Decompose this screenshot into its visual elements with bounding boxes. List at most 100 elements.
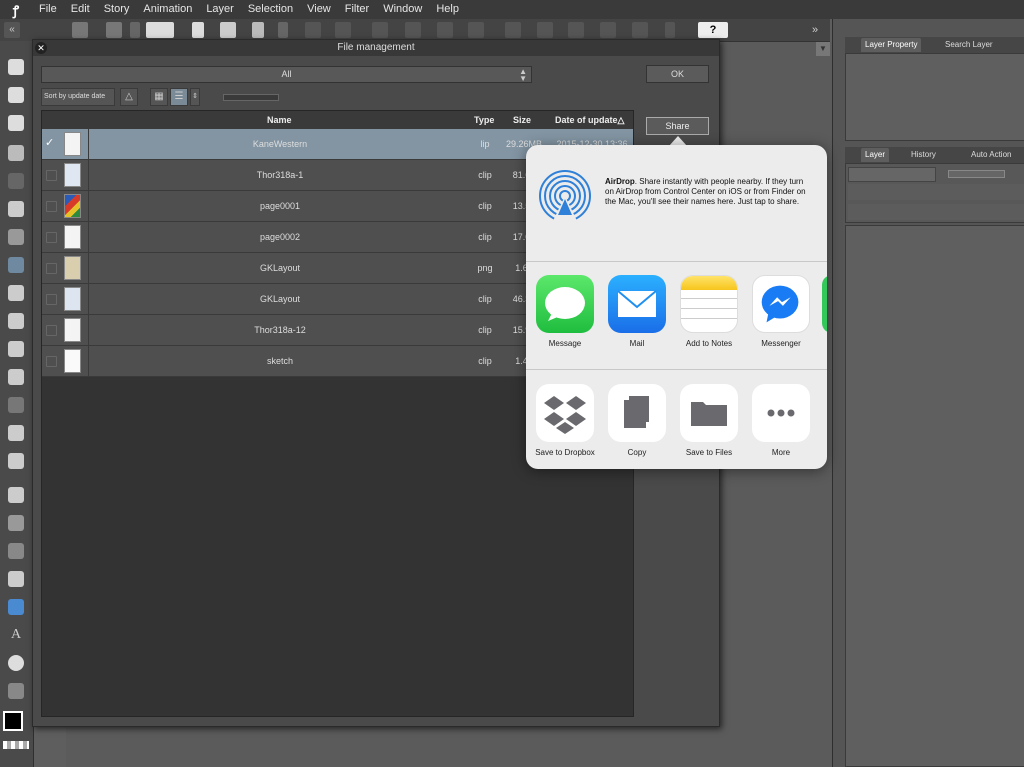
spiral-icon[interactable]	[146, 22, 174, 38]
next-app-icon[interactable]	[822, 275, 827, 333]
export-icon[interactable]	[106, 22, 122, 38]
close-icon[interactable]: ✕	[35, 42, 47, 54]
fill-icon[interactable]	[437, 22, 453, 38]
filter-select[interactable]: All ▲ ▼	[41, 66, 532, 83]
paint-tool-icon[interactable]	[8, 341, 24, 357]
ruler-icon[interactable]	[505, 22, 521, 38]
checkbox[interactable]	[46, 263, 57, 274]
layer-list[interactable]	[845, 225, 1024, 767]
layer-buttons-row[interactable]	[848, 204, 1024, 220]
stepper-icon-2[interactable]	[278, 22, 288, 38]
view-stepper-icon[interactable]: ⇕	[190, 88, 200, 106]
share-action-more[interactable]: More	[747, 384, 815, 457]
share-action-files[interactable]: Save to Files	[675, 384, 743, 457]
checked-icon[interactable]: ✓	[45, 138, 56, 149]
pencil-tool-icon[interactable]	[8, 285, 24, 301]
selection-grid-icon[interactable]	[568, 22, 584, 38]
eyedropper-tool-icon[interactable]	[8, 229, 24, 245]
fill-tool-icon[interactable]	[8, 487, 24, 503]
expand-icon[interactable]: »	[812, 22, 824, 38]
move-layer-tool-icon[interactable]	[8, 145, 24, 161]
text-tool-icon[interactable]: A	[8, 627, 24, 643]
share-app-mail[interactable]: Mail	[603, 275, 671, 348]
undo-icon[interactable]	[305, 22, 321, 38]
gradient-tool-icon[interactable]	[8, 515, 24, 531]
selection-tool-icon[interactable]	[8, 173, 24, 189]
column-name[interactable]: Name	[267, 115, 292, 125]
checkbox[interactable]	[46, 201, 57, 212]
correct-line-tool-icon[interactable]	[8, 683, 24, 699]
balloon-tool-icon[interactable]	[8, 655, 24, 671]
sort-select[interactable]: Sort by update date	[41, 88, 115, 106]
stepper-icon[interactable]	[130, 22, 140, 38]
thumbnail-size-slider[interactable]	[223, 94, 279, 101]
hand-tool-icon[interactable]	[8, 87, 24, 103]
deselect-icon[interactable]	[468, 22, 484, 38]
layer-options-row[interactable]	[848, 184, 1024, 200]
airbrush-tool-icon[interactable]	[8, 369, 24, 385]
transparent-swatch[interactable]	[3, 741, 29, 749]
menu-file[interactable]: File	[32, 0, 64, 19]
column-date[interactable]: Date of update△	[555, 115, 624, 126]
pen-tool-icon[interactable]	[8, 257, 24, 273]
brush-tool-icon[interactable]	[8, 313, 24, 329]
tab-layer-property[interactable]: Layer Property	[861, 38, 922, 52]
thumbnail-view-icon[interactable]: ▦	[150, 88, 168, 106]
column-type[interactable]: Type	[474, 115, 494, 125]
ruler-tool-icon[interactable]	[8, 599, 24, 615]
open-folder-icon[interactable]	[220, 22, 236, 38]
checkbox[interactable]	[46, 356, 57, 367]
redo-icon[interactable]	[335, 22, 351, 38]
menu-animation[interactable]: Animation	[136, 0, 199, 19]
crop-icon[interactable]	[537, 22, 553, 38]
sort-order-icon[interactable]: △	[120, 88, 138, 106]
main-color-swatch[interactable]	[3, 711, 23, 731]
save-icon[interactable]	[252, 22, 264, 38]
eraser-toggle-icon[interactable]	[632, 22, 648, 38]
share-app-notes[interactable]: Add to Notes	[675, 275, 743, 348]
figure-tool-icon[interactable]	[8, 543, 24, 559]
tab-layer[interactable]: Layer	[861, 148, 890, 162]
frame-tool-icon[interactable]	[8, 571, 24, 587]
share-action-copy[interactable]: Copy	[603, 384, 671, 457]
eraser-tool-icon[interactable]	[8, 425, 24, 441]
help-icon[interactable]: ?	[698, 22, 728, 38]
checkbox[interactable]	[46, 325, 57, 336]
ok-button[interactable]: OK	[646, 65, 709, 83]
new-file-icon[interactable]	[192, 22, 204, 38]
checkbox[interactable]	[46, 170, 57, 181]
auto-select-tool-icon[interactable]	[8, 201, 24, 217]
tab-history[interactable]: History	[907, 148, 940, 162]
pen-icon[interactable]	[600, 22, 616, 38]
transform-icon[interactable]	[405, 22, 421, 38]
decoration-tool-icon[interactable]	[8, 397, 24, 413]
share-button[interactable]: Share	[646, 117, 709, 135]
checkbox[interactable]	[46, 232, 57, 243]
blend-tool-icon[interactable]	[8, 453, 24, 469]
collapse-icon[interactable]: «	[4, 22, 20, 38]
share-app-messenger[interactable]: Messenger	[747, 275, 815, 348]
operation-tool-icon[interactable]	[8, 115, 24, 131]
blend-mode-select[interactable]	[848, 167, 936, 182]
lock-icon[interactable]	[665, 22, 675, 38]
zoom-tool-icon[interactable]	[8, 59, 24, 75]
menu-help[interactable]: Help	[429, 0, 466, 19]
app-logo-icon[interactable]: ꝭ	[0, 1, 32, 19]
grid-icon[interactable]	[72, 22, 88, 38]
canvas-menu-icon[interactable]: ▼	[816, 42, 830, 56]
menu-window[interactable]: Window	[376, 0, 429, 19]
tab-search-layer[interactable]: Search Layer	[941, 38, 997, 52]
checkbox[interactable]	[46, 294, 57, 305]
list-view-icon[interactable]: ☰	[170, 88, 188, 106]
menu-edit[interactable]: Edit	[64, 0, 97, 19]
menu-view[interactable]: View	[300, 0, 338, 19]
busy-icon[interactable]	[372, 22, 388, 38]
share-action-dropbox[interactable]: Save to Dropbox	[531, 384, 599, 457]
share-app-message[interactable]: Message	[531, 275, 599, 348]
tab-auto-action[interactable]: Auto Action	[967, 148, 1015, 162]
menu-story[interactable]: Story	[97, 0, 137, 19]
menu-filter[interactable]: Filter	[338, 0, 376, 19]
menu-layer[interactable]: Layer	[199, 0, 241, 19]
airdrop-section[interactable]: AirDrop. Share instantly with people nea…	[526, 145, 827, 262]
menu-selection[interactable]: Selection	[241, 0, 300, 19]
